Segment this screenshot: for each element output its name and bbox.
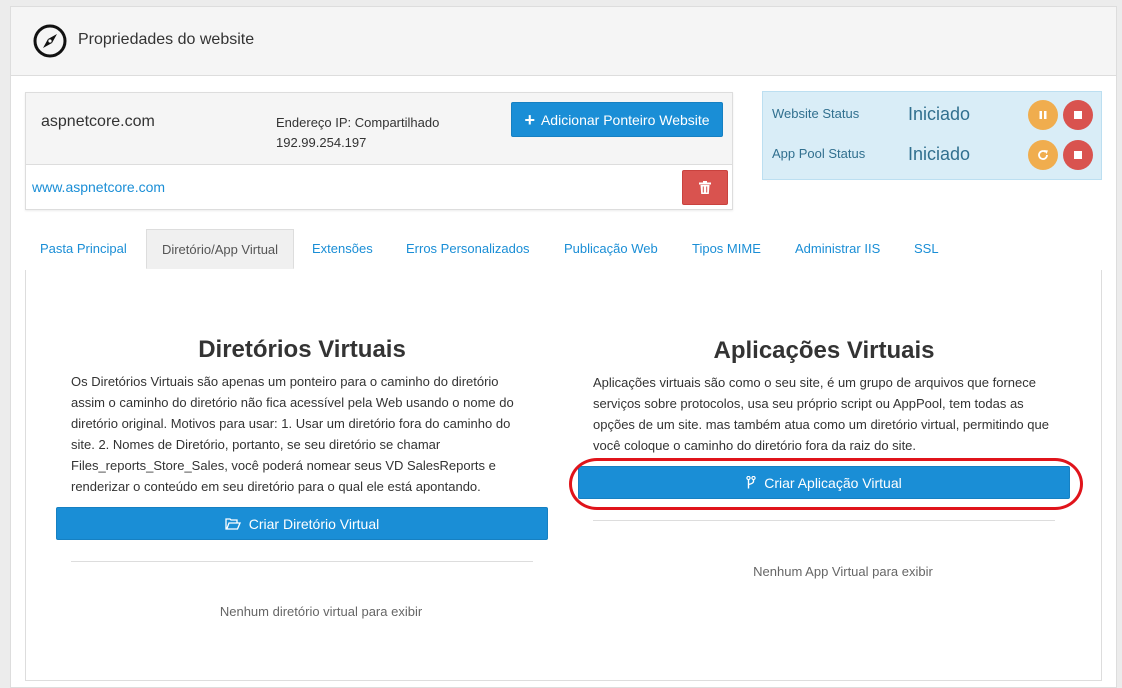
virtual-applications-empty-message: Nenhum App Virtual para exibir [753,564,933,579]
site-info-header: aspnetcore.com Endereço IP: Compartilhad… [26,93,732,165]
create-virtual-directory-button[interactable]: Criar Diretório Virtual [56,507,548,540]
delete-website-button[interactable] [682,170,728,205]
compass-icon [33,24,67,58]
create-virtual-application-button[interactable]: Criar Aplicação Virtual [578,466,1070,499]
plus-icon: + [524,109,535,130]
panel-header: Propriedades do website [11,7,1116,76]
status-panel: Website Status Iniciado App Pool Status … [762,91,1102,180]
add-website-pointer-label: Adicionar Ponteiro Website [540,111,710,128]
tab-tipos-mime[interactable]: Tipos MIME [692,229,761,269]
tab-publicacao-web[interactable]: Publicação Web [564,229,658,269]
website-pause-button[interactable] [1028,100,1058,130]
stop-icon [1074,151,1082,159]
tab-administrar-iis[interactable]: Administrar IIS [795,229,880,269]
tab-extensoes[interactable]: Extensões [312,229,373,269]
refresh-icon [1038,150,1048,160]
ip-label: Endereço IP: Compartilhado [276,115,440,130]
tab-ssl[interactable]: SSL [914,229,939,269]
virtual-directories-title: Diretórios Virtuais [198,336,406,363]
virtual-applications-title: Aplicações Virtuais [713,337,935,364]
divider [593,520,1055,521]
apppool-status-label: App Pool Status [772,146,866,161]
add-website-pointer-button[interactable]: + Adicionar Ponteiro Website [511,102,723,137]
apppool-status-value: Iniciado [908,144,971,164]
tab-erros-personalizados[interactable]: Erros Personalizados [406,229,530,269]
create-virtual-application-label: Criar Aplicação Virtual [764,474,902,491]
trash-icon [699,181,711,194]
page-title: Propriedades do website [78,31,255,48]
pause-icon [1039,111,1047,119]
website-stop-button[interactable] [1063,100,1093,130]
code-fork-icon [746,476,756,489]
website-status-value: Iniciado [908,104,971,124]
stop-icon [1074,111,1082,119]
website-status-label: Website Status [772,106,860,121]
tab-bar: Pasta Principal Diretório/App Virtual Ex… [25,229,1100,271]
virtual-directories-empty-message: Nenhum diretório virtual para exibir [219,604,423,619]
create-virtual-directory-label: Criar Diretório Virtual [248,515,380,532]
virtual-applications-description: Aplicações virtuais são como o seu site,… [593,375,1049,453]
tab-diretorio-app-virtual[interactable]: Diretório/App Virtual [146,229,294,269]
folder-open-icon [225,517,241,530]
ip-value: 192.99.254.197 [276,135,367,150]
apppool-recycle-button[interactable] [1028,140,1058,170]
site-info-box: aspnetcore.com Endereço IP: Compartilhad… [25,92,733,210]
virtual-directories-description: Os Diretórios Virtuais são apenas um pon… [71,374,514,494]
domain-name: aspnetcore.com [41,113,155,130]
divider [71,561,533,562]
apppool-stop-button[interactable] [1063,140,1093,170]
website-link[interactable]: www.aspnetcore.com [32,179,165,195]
tab-pasta-principal[interactable]: Pasta Principal [40,229,127,269]
